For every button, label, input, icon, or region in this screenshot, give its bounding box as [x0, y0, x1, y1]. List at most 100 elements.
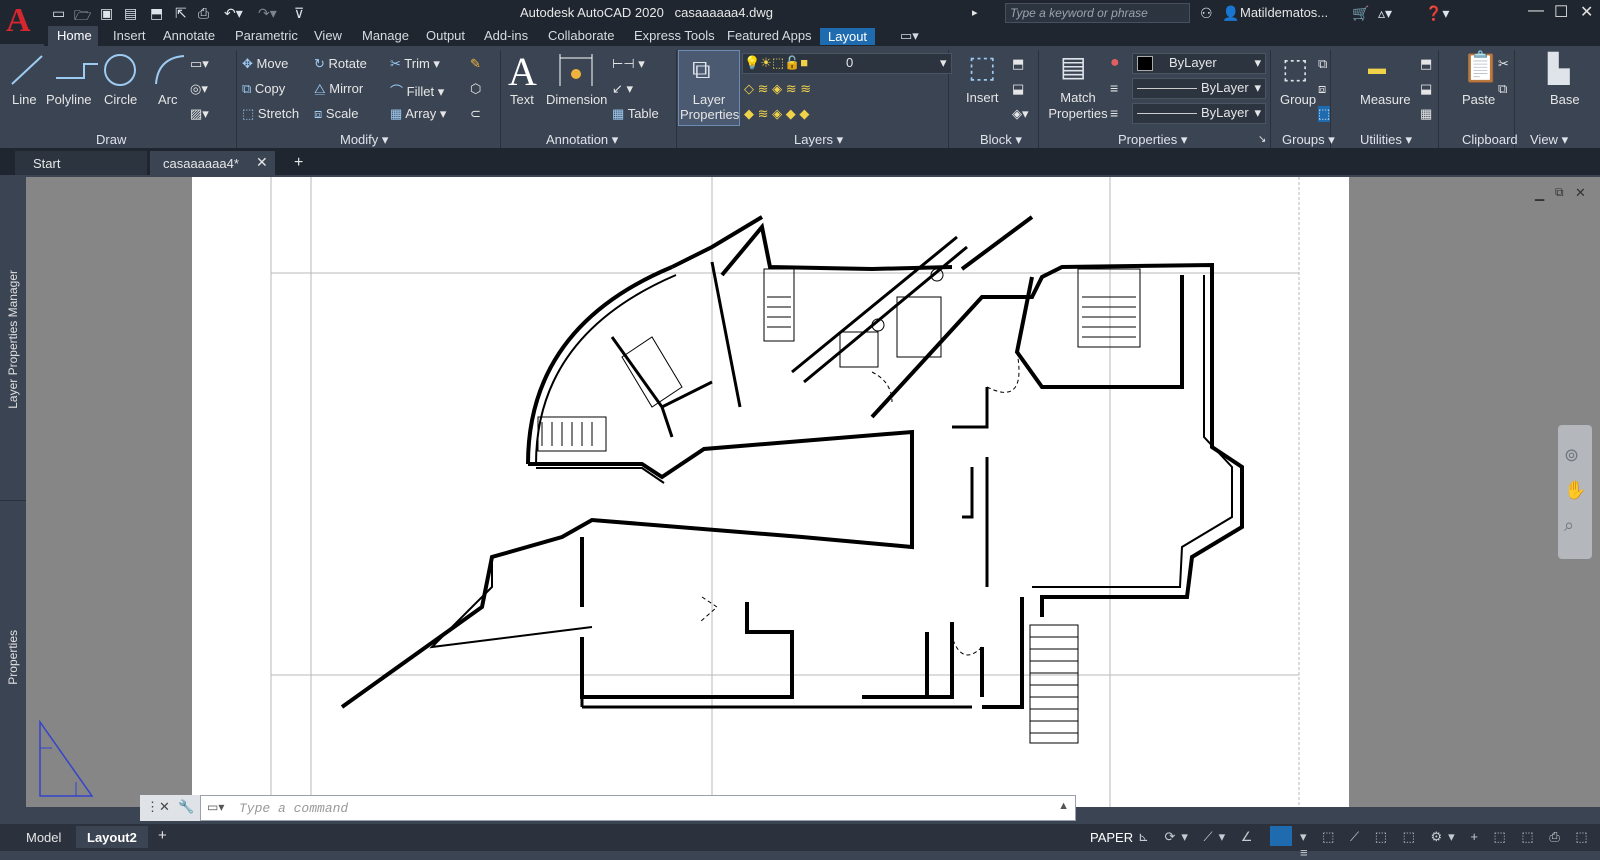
- application-menu-button[interactable]: A: [0, 0, 44, 44]
- copy-clip-icon[interactable]: ⧉: [1498, 81, 1507, 97]
- minimize-icon[interactable]: —: [1528, 2, 1544, 20]
- move-button[interactable]: Move: [257, 56, 289, 71]
- search-input[interactable]: Type a keyword or phrase: [1005, 3, 1190, 23]
- fillet-button[interactable]: Fillet: [407, 84, 434, 99]
- hatch-icon[interactable]: ◎▾: [190, 81, 208, 97]
- close-icon[interactable]: ✕: [1580, 2, 1593, 22]
- erase-icon[interactable]: ✎: [470, 56, 481, 72]
- leader-icon[interactable]: ↙ ▾: [612, 81, 633, 97]
- close-command-icon[interactable]: ⋮✕: [146, 799, 170, 815]
- rectangle-icon[interactable]: ▭▾: [190, 56, 209, 72]
- paper-model-toggle[interactable]: PAPER: [1090, 830, 1133, 845]
- tab-featured-apps[interactable]: Featured Apps: [727, 28, 812, 43]
- pan-hand-icon[interactable]: ✋: [1564, 480, 1586, 501]
- tab-view[interactable]: View: [314, 28, 342, 43]
- plot-icon[interactable]: ⎙: [198, 5, 209, 22]
- properties-launcher-icon[interactable]: ↘: [1258, 134, 1266, 145]
- ungroup-icon[interactable]: ⧉: [1318, 56, 1327, 72]
- help-icon[interactable]: ❓▾: [1425, 5, 1449, 22]
- steering-wheel-icon[interactable]: ⊚: [1564, 445, 1579, 466]
- tab-model[interactable]: Model: [26, 830, 61, 845]
- insert-button[interactable]: Insert: [966, 90, 999, 105]
- new-layout-icon[interactable]: +: [158, 827, 167, 844]
- explode-icon[interactable]: ⬡: [470, 81, 481, 97]
- new-file-icon[interactable]: ▭: [52, 5, 65, 22]
- match-properties-button[interactable]: Match Properties: [1042, 90, 1114, 122]
- annotation-panel-title[interactable]: Annotation ▾: [546, 132, 618, 148]
- layer-tools-row2-icons[interactable]: ◆ ≋ ◈ ◆ ◆: [744, 106, 809, 122]
- mirror-button[interactable]: Mirror: [329, 81, 363, 96]
- new-tab-icon[interactable]: +: [294, 154, 303, 172]
- floor-plan-drawing[interactable]: [192, 177, 1349, 807]
- create-block-icon[interactable]: ⬒: [1012, 56, 1024, 72]
- expand-search-icon[interactable]: ▸: [972, 6, 978, 19]
- offset-icon[interactable]: ⊂: [470, 106, 481, 122]
- arc-button[interactable]: Arc: [158, 92, 178, 107]
- viewport-minimize-icon[interactable]: ▁: [1535, 187, 1544, 201]
- tab-insert[interactable]: Insert: [113, 28, 146, 43]
- ribbon-minimize-icon[interactable]: ▭▾: [900, 28, 919, 44]
- tab-collaborate[interactable]: Collaborate: [548, 28, 615, 43]
- user-account-menu[interactable]: Matildematos...: [1240, 5, 1328, 20]
- text-button[interactable]: Text: [510, 92, 534, 107]
- properties-panel-title[interactable]: Properties ▾: [1118, 132, 1187, 148]
- attribute-icon[interactable]: ◈▾: [1012, 106, 1029, 122]
- command-expand-icon[interactable]: ▲: [1058, 800, 1069, 812]
- polyline-button[interactable]: Polyline: [46, 92, 92, 107]
- lineweight-dropdown[interactable]: ByLayer ▾: [1132, 103, 1266, 124]
- command-input[interactable]: ▭▾ Type a command ▲: [200, 795, 1076, 821]
- circle-button[interactable]: Circle: [104, 92, 137, 107]
- a360-icon[interactable]: ▵▾: [1378, 5, 1392, 22]
- modify-panel-title[interactable]: Modify ▾: [340, 132, 388, 148]
- base-button[interactable]: Base: [1550, 92, 1580, 107]
- tab-start[interactable]: Start: [15, 151, 147, 175]
- wrench-icon[interactable]: 🔧: [178, 799, 194, 815]
- maximize-icon[interactable]: ☐: [1554, 2, 1568, 22]
- tab-casaaaaaa4[interactable]: casaaaaaa4* ✕: [150, 151, 275, 175]
- tab-home-label[interactable]: Home: [57, 28, 92, 43]
- dimension-button[interactable]: Dimension: [546, 92, 607, 107]
- layers-panel-title[interactable]: Layers ▾: [794, 132, 843, 148]
- stretch-button[interactable]: Stretch: [258, 106, 299, 121]
- array-button[interactable]: Array: [405, 106, 436, 121]
- block-panel-title[interactable]: Block ▾: [980, 132, 1022, 148]
- groups-panel-title[interactable]: Groups ▾: [1282, 132, 1335, 148]
- selection-cycling-icon[interactable]: [1270, 826, 1292, 846]
- viewport-close-icon[interactable]: ✕: [1575, 185, 1586, 201]
- trim-button[interactable]: Trim: [404, 56, 430, 71]
- viewport-restore-icon[interactable]: ⧉: [1555, 185, 1564, 200]
- close-tab-icon[interactable]: ✕: [256, 154, 268, 171]
- zoom-icon[interactable]: ⌕: [1564, 515, 1574, 536]
- edit-block-icon[interactable]: ⬓: [1012, 81, 1024, 97]
- export-icon[interactable]: ⇱: [175, 5, 187, 22]
- utilities-panel-title[interactable]: Utilities ▾: [1360, 132, 1412, 148]
- cut-icon[interactable]: ✂: [1498, 56, 1509, 72]
- cart-icon[interactable]: 🛒: [1352, 5, 1369, 22]
- save-as-icon[interactable]: ▤: [124, 5, 137, 22]
- tab-add-ins[interactable]: Add-ins: [484, 28, 528, 43]
- copy-button[interactable]: Copy: [255, 81, 285, 96]
- layer-properties-manager-palette[interactable]: Layer Properties Manager: [6, 270, 20, 409]
- quick-select-icon[interactable]: ⬒: [1420, 56, 1432, 72]
- group-edit-icon[interactable]: ⧈: [1318, 81, 1326, 97]
- line-button[interactable]: Line: [12, 92, 37, 107]
- drafting-aids-icons[interactable]: ⊾ ⟳▾ ⟋▾ ∠: [1138, 829, 1258, 845]
- color-dropdown[interactable]: ByLayer ▾: [1132, 53, 1266, 74]
- scale-button[interactable]: Scale: [326, 106, 359, 121]
- layer-tools-row1-icons[interactable]: ◇ ≋ ◈ ≋ ≋: [744, 81, 811, 97]
- tab-layout2[interactable]: Layout2: [76, 826, 148, 848]
- table-button[interactable]: Table: [628, 106, 659, 121]
- undo-icon[interactable]: ↶▾: [224, 5, 243, 22]
- binoculars-icon[interactable]: ⚇: [1200, 5, 1213, 22]
- gradient-icon[interactable]: ▨▾: [190, 106, 209, 122]
- redo-icon[interactable]: ↷▾: [258, 5, 277, 22]
- properties-palette[interactable]: Properties: [6, 630, 20, 685]
- view-panel-title[interactable]: View ▾: [1530, 132, 1568, 148]
- tab-output[interactable]: Output: [426, 28, 465, 43]
- status-tools-icons[interactable]: ▾ ⬚ ⟋ ⬚ ⬚ ⚙▾ + ⬚ ⬚ ⎙ ⬚ ≡: [1300, 829, 1600, 860]
- linetype-dropdown[interactable]: ByLayer ▾: [1132, 78, 1266, 99]
- tab-layout[interactable]: Layout: [820, 28, 876, 45]
- customize-qat-icon[interactable]: ⊽: [294, 5, 304, 22]
- linear-dimension-icon[interactable]: ⊢⊣ ▾: [612, 56, 645, 72]
- tab-manage[interactable]: Manage: [362, 28, 409, 43]
